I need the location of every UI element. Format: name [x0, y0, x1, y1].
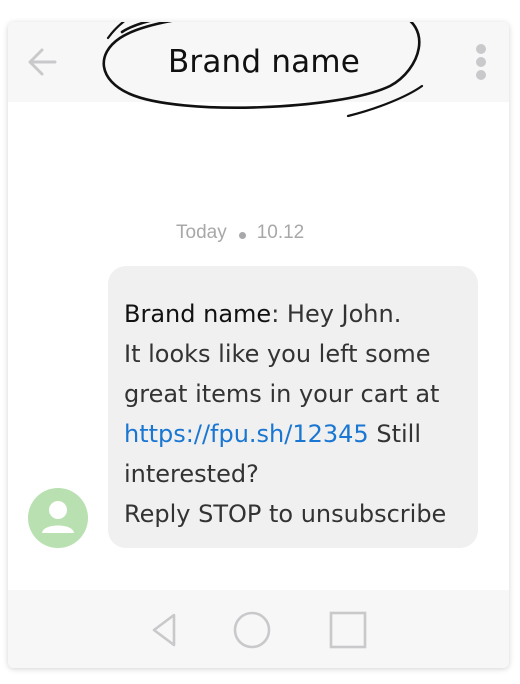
separator-dot	[238, 231, 246, 239]
contact-title-area[interactable]: Brand name	[102, 22, 424, 132]
message-line: Brand name: Hey John.	[124, 294, 468, 334]
message-line: interested?	[124, 460, 259, 488]
triangle-back-icon	[152, 613, 176, 647]
nav-recents-button[interactable]	[328, 610, 368, 650]
circle-home-icon	[233, 611, 271, 649]
back-button[interactable]	[24, 44, 60, 80]
cart-link[interactable]: https://fpu.sh/12345	[124, 420, 369, 448]
message-line: https://fpu.sh/12345 Still	[124, 414, 468, 454]
square-recents-icon	[329, 611, 367, 649]
message-text: : Hey John.	[271, 300, 402, 328]
arrow-left-icon	[28, 48, 57, 76]
more-vertical-icon-dot	[476, 57, 486, 67]
more-vertical-icon	[476, 44, 486, 54]
sender-avatar[interactable]	[28, 488, 88, 548]
more-vertical-icon-dot	[476, 70, 486, 80]
timestamp-day: Today	[176, 222, 227, 243]
system-navigation-bar	[8, 590, 509, 668]
user-avatar-icon	[28, 488, 88, 548]
message-text: Still	[368, 420, 421, 448]
app-header: Brand name	[8, 22, 509, 118]
message-line: Reply STOP to unsubscribe	[124, 500, 447, 528]
contact-name: Brand name	[167, 44, 361, 80]
nav-back-button[interactable]	[146, 610, 186, 650]
message-bubble[interactable]: Brand name: Hey John. It looks like you …	[108, 266, 478, 548]
message-line: It looks like you left some	[124, 340, 431, 368]
message-sender: Brand name	[124, 300, 272, 328]
message-line: great items in your cart at	[124, 380, 440, 408]
nav-home-button[interactable]	[232, 610, 272, 650]
message-timestamp: Today 10.12	[176, 222, 304, 244]
phone-screen: Brand name Today 10.12 Brand name: Hey J…	[8, 22, 509, 668]
more-options-button[interactable]	[466, 40, 496, 84]
timestamp-time: 10.12	[256, 222, 305, 243]
